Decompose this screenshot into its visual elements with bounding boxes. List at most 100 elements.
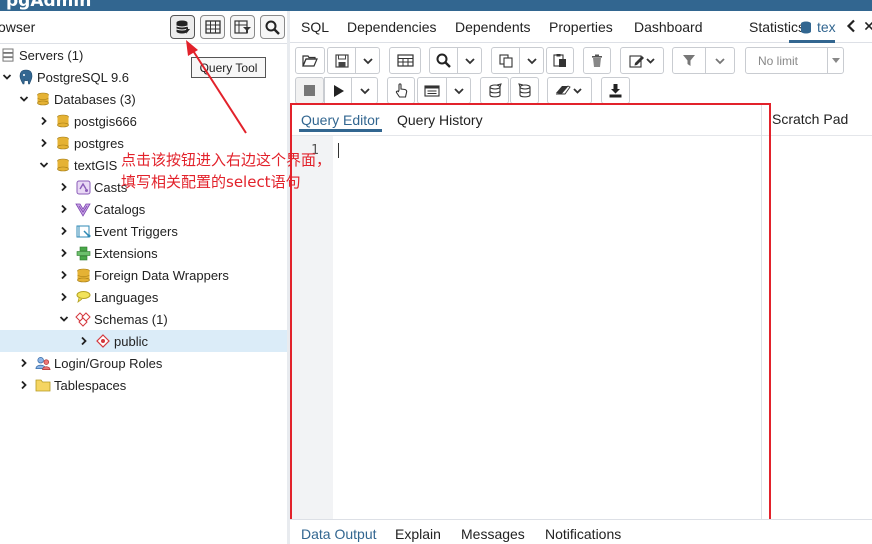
find-button[interactable] [429,47,458,74]
download-icon [609,83,622,97]
database-rollback-icon [517,82,531,97]
folder-open-icon [302,55,318,67]
chevron-right-icon[interactable] [19,380,29,390]
chevron-down-icon[interactable] [19,94,29,104]
edit-options-button[interactable] [620,47,664,74]
execute-options-dropdown[interactable] [352,77,378,104]
explain-analyze-button[interactable] [417,77,447,104]
tree-label: public [114,333,148,349]
chevron-down-icon [359,87,370,94]
tab-close-button[interactable] [864,17,872,35]
filter-button[interactable] [672,47,706,74]
schema-icon [95,333,111,349]
chevron-right-icon[interactable] [59,248,69,258]
explain-options-dropdown[interactable] [447,77,471,104]
tree-item-event-triggers[interactable]: Event Triggers [0,220,290,242]
casts-icon [75,179,91,195]
filter-icon [683,55,695,66]
chevron-right-icon[interactable] [59,226,69,236]
close-icon [864,21,872,31]
trash-icon [592,54,602,67]
tab-dependents[interactable]: Dependents [455,19,531,35]
edit-rows-button[interactable] [389,47,421,74]
filter-options-dropdown[interactable] [706,47,735,74]
database-icon [801,21,811,33]
tree-item-tablespaces[interactable]: Tablespaces [0,374,290,396]
tab-dashboard[interactable]: Dashboard [634,19,703,35]
copy-button[interactable] [491,47,520,74]
tree-item-extensions[interactable]: Extensions [0,242,290,264]
copy-options-dropdown[interactable] [520,47,544,74]
save-options-dropdown[interactable] [356,47,380,74]
chevron-right-icon[interactable] [79,336,89,346]
chevron-right-icon[interactable] [59,292,69,302]
sql-editor[interactable] [333,136,761,519]
tree-item-public[interactable]: public [0,330,290,352]
tab-query-history[interactable]: Query History [397,112,483,128]
tab-scroll-left[interactable] [843,17,859,35]
chevron-right-icon[interactable] [59,182,69,192]
results-tab-bar: Data Output Explain Messages Notificatio… [290,519,872,544]
tree-item-login-roles[interactable]: Login/Group Roles [0,352,290,374]
servers-icon [0,47,16,63]
browser-header: owser [0,11,290,44]
chevron-down-icon[interactable] [2,72,12,82]
catalogs-icon [75,201,91,217]
tree-label: Foreign Data Wrappers [94,267,229,283]
tree-label: Servers (1) [19,47,84,63]
execute-button[interactable] [324,77,352,104]
table-edit-icon [396,54,414,67]
save-file-button[interactable] [327,47,356,74]
chevron-right-icon[interactable] [39,116,49,126]
database-lightning-icon [175,20,190,34]
list-window-icon [424,84,440,97]
chevron-right-icon[interactable] [39,138,49,148]
tree-item-databases[interactable]: Databases (3) [0,88,290,110]
chevron-right-icon[interactable] [59,270,69,280]
query-tool-tooltip: Query Tool [191,57,266,78]
view-data-button[interactable] [200,15,225,39]
active-tab-indicator [789,40,835,43]
tab-notifications[interactable]: Notifications [545,526,621,542]
tab-messages[interactable]: Messages [461,526,525,542]
stop-button[interactable] [295,77,324,104]
folder-icon [35,377,51,393]
tab-dependencies[interactable]: Dependencies [347,19,437,35]
chevron-down-icon[interactable] [59,314,69,324]
tree-label: textGIS [74,157,118,173]
delete-button[interactable] [583,47,611,74]
row-limit-select[interactable]: No limit [745,47,844,74]
find-options-dropdown[interactable] [458,47,482,74]
main-tab-bar: SQL Dependencies Dependents Properties D… [290,11,872,43]
query-tool-button[interactable] [170,15,195,39]
scratch-pad-divider[interactable] [761,104,762,519]
download-csv-button[interactable] [601,77,630,104]
tree-item-languages[interactable]: Languages [0,286,290,308]
database-icon [55,157,71,173]
explain-button[interactable] [387,77,415,104]
tab-sql[interactable]: SQL [301,19,329,35]
chevron-right-icon[interactable] [59,204,69,214]
clear-button[interactable] [547,77,592,104]
tree-label: PostgreSQL 9.6 [37,69,130,85]
chevron-down-icon[interactable] [39,160,49,170]
annotation-line-2: 填写相关配置的select语句 [121,173,301,191]
tab-properties[interactable]: Properties [549,19,613,35]
tab-query-editor[interactable]: Query Editor [301,112,380,128]
tree-item-schemas[interactable]: Schemas (1) [0,308,290,330]
schemas-icon [75,311,91,327]
tree-item-postgis666[interactable]: postgis666 [0,110,290,132]
search-objects-button[interactable] [260,15,285,39]
tab-explain[interactable]: Explain [395,526,441,542]
commit-button[interactable] [480,77,509,104]
open-file-button[interactable] [295,47,325,74]
filtered-rows-button[interactable] [230,15,255,39]
tree-item-foreign-data-wrappers[interactable]: Foreign Data Wrappers [0,264,290,286]
rollback-button[interactable] [510,77,539,104]
tree-item-catalogs[interactable]: Catalogs [0,198,290,220]
paste-button[interactable] [546,47,574,74]
chevron-right-icon[interactable] [19,358,29,368]
tab-data-output[interactable]: Data Output [301,526,377,542]
tab-statistics[interactable]: Statistics [749,19,805,35]
tab-query[interactable]: tex [800,19,836,35]
